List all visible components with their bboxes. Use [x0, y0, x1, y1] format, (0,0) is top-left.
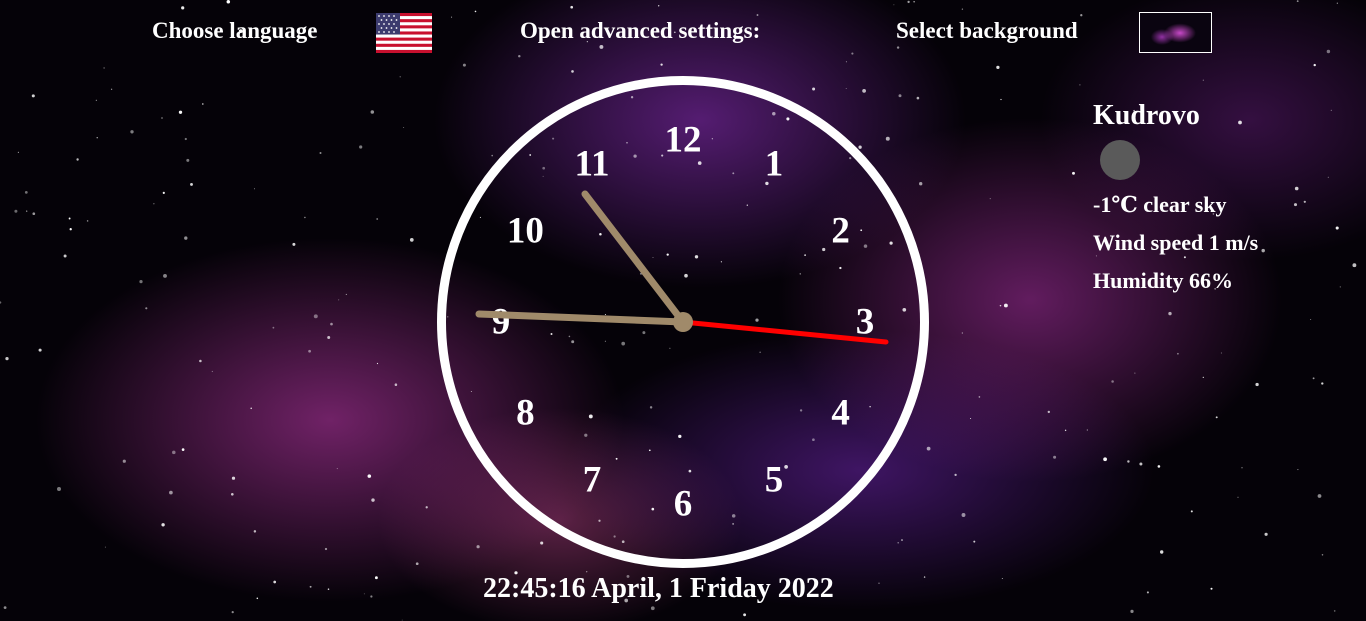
us-flag-icon[interactable] [376, 13, 432, 53]
minute-hand [475, 310, 687, 326]
second-hand [680, 319, 889, 345]
weather-humidity: Humidity 66% [1093, 268, 1233, 293]
date-time-display: 22:45:16 April, 1 Friday 2022 [483, 573, 834, 604]
choose-language-label: Choose language [152, 18, 318, 43]
hour-hand [581, 190, 687, 326]
background-thumbnail-button[interactable] [1139, 12, 1212, 53]
weather-wind: Wind speed 1 m/s [1093, 230, 1259, 255]
clock-hands [475, 190, 889, 345]
clock-center-pin [673, 312, 693, 332]
weather-city: Kudrovo [1093, 100, 1200, 131]
weather-temperature: -1℃ clear sky [1093, 192, 1227, 217]
weather-panel: Kudrovo -1℃ clear sky Wind speed 1 m/s H… [1093, 100, 1258, 300]
open-advanced-settings-link[interactable]: Open advanced settings: [520, 18, 760, 44]
analog-clock: 12 1 2 3 4 5 6 7 8 9 10 11 [437, 76, 929, 568]
moon-icon [1100, 140, 1140, 180]
select-background-label: Select background [896, 18, 1078, 43]
